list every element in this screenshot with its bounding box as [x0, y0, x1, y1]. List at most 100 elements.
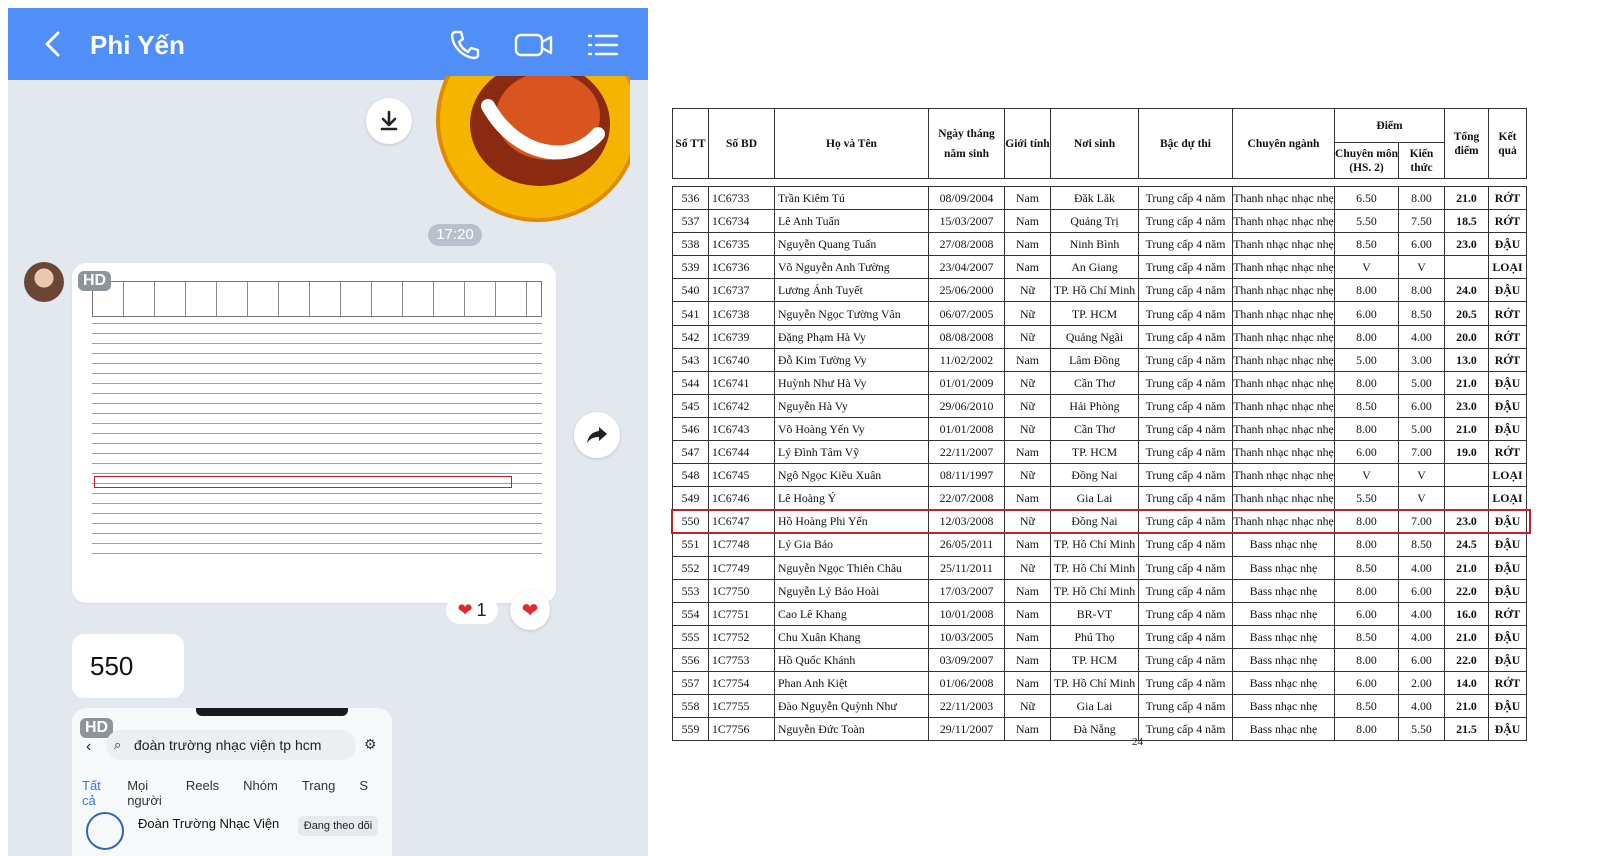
- cell-result: RỚT: [1488, 601, 1527, 626]
- cell-name: Nguyễn Ngọc Tường Vân: [774, 301, 929, 326]
- cell-result: LOẠI: [1488, 463, 1527, 488]
- cell-major: Thanh nhạc nhạc nhẹ: [1232, 185, 1335, 211]
- header-sbd: Số BD: [708, 108, 775, 179]
- cell-cm: V: [1334, 463, 1399, 488]
- table-row: 553 1C7750 Nguyễn Lý Bảo Hoài 17/03/2007 Nam…: [672, 578, 1527, 603]
- cell-level: Trung cấp 4 năm: [1138, 301, 1233, 326]
- avatar[interactable]: [24, 262, 64, 302]
- cell-stt: 549: [672, 486, 709, 511]
- table-row: 551 1C7748 Lý Gia Bảo 26/05/2011 Nam TP. Hồ C…: [672, 532, 1527, 557]
- cell-kt: 3.00: [1398, 347, 1445, 372]
- cell-gender: Nam: [1004, 532, 1051, 557]
- cell-name: Chu Xuân Khang: [774, 624, 929, 649]
- back-icon[interactable]: [40, 30, 68, 58]
- cell-place: TP. Hồ Chí Minh: [1050, 278, 1139, 303]
- cell-dob: 27/08/2008: [928, 232, 1005, 257]
- cell-level: Trung cấp 4 năm: [1138, 555, 1233, 580]
- contact-name[interactable]: Phi Yến: [90, 30, 185, 61]
- thumbnail-highlight-box: [94, 476, 512, 488]
- cell-sbd: 1C6737: [708, 278, 775, 303]
- reaction-count[interactable]: ❤ 1: [446, 596, 498, 624]
- cell-kt: 4.00: [1398, 324, 1445, 349]
- cell-place: TP. HCM: [1050, 647, 1139, 672]
- cell-total: 23.0: [1444, 393, 1489, 418]
- cell-stt: 548: [672, 463, 709, 488]
- image-message[interactable]: HD: [72, 263, 556, 603]
- cell-gender: Nữ: [1004, 301, 1051, 326]
- cell-kt: 7.00: [1398, 509, 1445, 534]
- cell-kt: V: [1398, 463, 1445, 488]
- chat-header: Phi Yến: [8, 8, 648, 80]
- cell-kt: 5.00: [1398, 370, 1445, 395]
- cell-major: Bass nhạc nhẹ: [1232, 601, 1335, 626]
- results-document: Số TT Số BD Họ và Tên Ngày tháng năm sin…: [664, 96, 1600, 756]
- cell-total: 20.5: [1444, 301, 1489, 326]
- laughing-emoji-sticker[interactable]: [420, 76, 630, 224]
- cell-total: [1444, 486, 1489, 511]
- cell-dob: 08/09/2004: [928, 185, 1005, 211]
- cell-result: ĐẬU: [1488, 232, 1527, 257]
- cell-level: Trung cấp 4 năm: [1138, 624, 1233, 649]
- heart-react-button[interactable]: ❤: [510, 590, 550, 630]
- menu-list-icon[interactable]: [586, 28, 620, 62]
- cell-kt: 8.50: [1398, 532, 1445, 557]
- cell-dob: 01/06/2008: [928, 670, 1005, 696]
- cell-major: Thanh nhạc nhạc nhẹ: [1232, 209, 1335, 234]
- cell-dob: 08/08/2008: [928, 324, 1005, 349]
- share-icon[interactable]: [574, 412, 620, 458]
- cell-level: Trung cấp 4 năm: [1138, 232, 1233, 257]
- table-row: 536 1C6733 Trần Kiêm Tú 08/09/2004 Nam Đăk Lă…: [672, 185, 1527, 211]
- video-icon[interactable]: [514, 28, 554, 62]
- download-icon[interactable]: [366, 98, 412, 144]
- cell-result: RỚT: [1488, 440, 1527, 465]
- table-row: 555 1C7752 Chu Xuân Khang 10/03/2005 Nam Phú …: [672, 624, 1527, 649]
- cell-dob: 10/01/2008: [928, 601, 1005, 626]
- table-row: 559 1C7756 Nguyễn Đức Toàn 29/11/2007 Nam Đà …: [672, 717, 1527, 742]
- screenshot-search-field: ⌕ đoàn trường nhạc viện tp hcm: [106, 730, 356, 760]
- cell-sbd: 1C6735: [708, 232, 775, 257]
- cell-major: Thanh nhạc nhạc nhẹ: [1232, 370, 1335, 395]
- cell-dob: 25/11/2011: [928, 555, 1005, 580]
- phone-icon[interactable]: [448, 28, 482, 62]
- header-diem: Điểm: [1334, 108, 1445, 143]
- cell-place: TP. HCM: [1050, 301, 1139, 326]
- cell-major: Thanh nhạc nhạc nhẹ: [1232, 301, 1335, 326]
- results-table: Số TT Số BD Họ và Tên Ngày tháng năm sin…: [672, 108, 1527, 742]
- cell-total: 21.5: [1444, 717, 1489, 742]
- cell-stt: 557: [672, 670, 709, 696]
- cell-place: Đồng Nai: [1050, 463, 1139, 488]
- cell-result: ĐẬU: [1488, 416, 1527, 442]
- cell-name: Võ Hoàng Yến Vy: [774, 416, 929, 442]
- cell-dob: 22/11/2003: [928, 694, 1005, 719]
- cell-result: ĐẬU: [1488, 624, 1527, 649]
- cell-major: Bass nhạc nhẹ: [1232, 555, 1335, 580]
- cell-place: TP. Hồ Chí Minh: [1050, 532, 1139, 557]
- cell-name: Lương Ánh Tuyết: [774, 278, 929, 303]
- cell-name: Cao Lê Khang: [774, 601, 929, 626]
- cell-level: Trung cấp 4 năm: [1138, 578, 1233, 603]
- cell-place: Đà Nẵng: [1050, 717, 1139, 742]
- cell-place: An Giang: [1050, 255, 1139, 280]
- cell-major: Thanh nhạc nhạc nhẹ: [1232, 278, 1335, 303]
- cell-name: Hồ Quốc Khánh: [774, 647, 929, 672]
- cell-level: Trung cấp 4 năm: [1138, 717, 1233, 742]
- cell-name: Huỳnh Như Hà Vy: [774, 370, 929, 395]
- cell-gender: Nữ: [1004, 370, 1051, 395]
- cell-sbd: 1C6747: [708, 509, 775, 534]
- cell-level: Trung cấp 4 năm: [1138, 509, 1233, 534]
- header-chuyen-mon: Chuyên môn (HS. 2): [1334, 142, 1399, 179]
- cell-place: TP. HCM: [1050, 440, 1139, 465]
- cell-sbd: 1C7755: [708, 694, 775, 719]
- cell-dob: 17/03/2007: [928, 578, 1005, 603]
- cell-total: 23.0: [1444, 509, 1489, 534]
- screenshot-message[interactable]: HD ‹ ⌕ đoàn trường nhạc viện tp hcm ⚙ Tấ…: [72, 708, 392, 856]
- cell-kt: 4.00: [1398, 624, 1445, 649]
- cell-name: Đặng Phạm Hà Vy: [774, 324, 929, 349]
- text-message[interactable]: 550: [72, 634, 184, 698]
- header-place: Nơi sinh: [1050, 108, 1139, 179]
- cell-level: Trung cấp 4 năm: [1138, 532, 1233, 557]
- cell-stt: 537: [672, 209, 709, 234]
- cell-place: Hải Phòng: [1050, 393, 1139, 418]
- cell-stt: 554: [672, 601, 709, 626]
- filter-icon: ⚙: [364, 736, 377, 752]
